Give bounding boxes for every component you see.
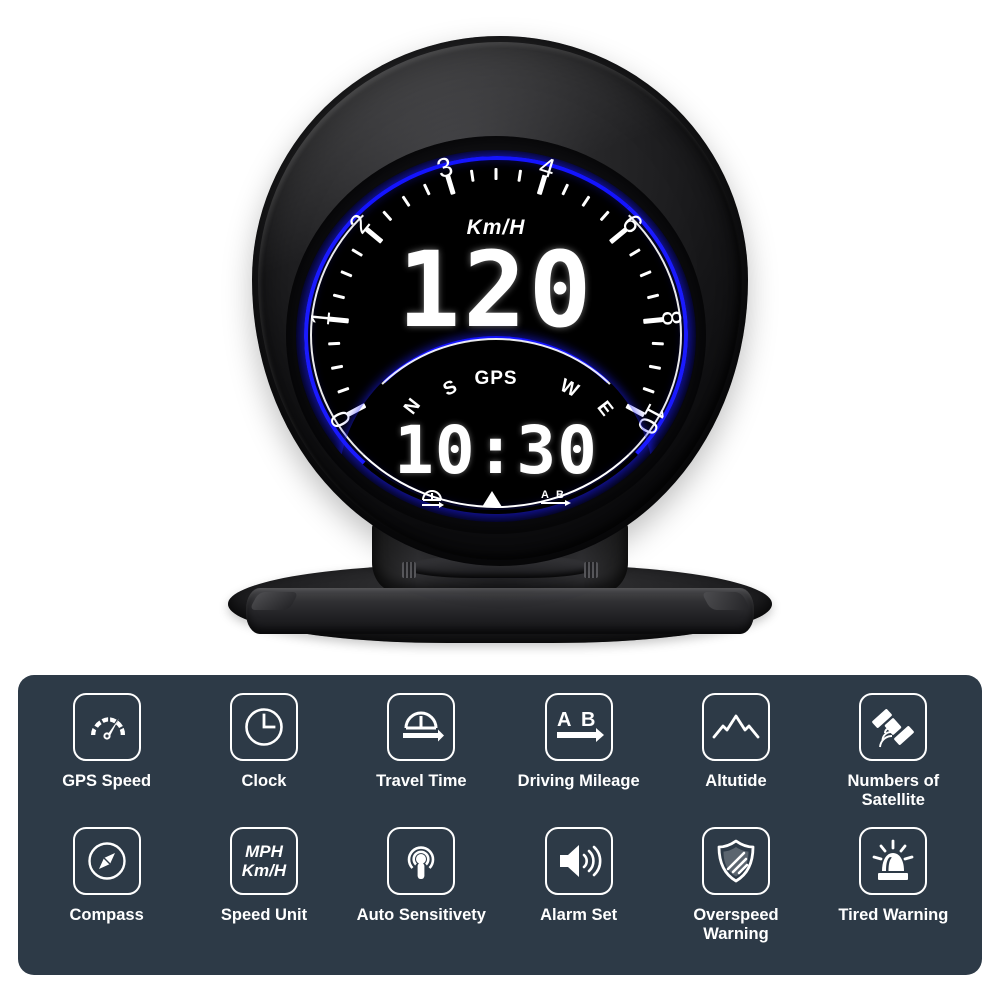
travel-time-icon xyxy=(387,693,456,761)
product-photo: 012346810 Km/H 120 GPS NSWE 10:30 xyxy=(0,0,1000,668)
feature-item-gps-speed[interactable]: GPS Speed xyxy=(28,693,185,827)
feature-label: Driving Mileage xyxy=(517,772,640,790)
feature-item-numbers-of-satellite[interactable]: Numbers of Satellite xyxy=(815,693,972,827)
ab-mileage-icon: A B xyxy=(539,488,573,508)
clock-value: 10:30 xyxy=(394,412,598,489)
feature-item-tired-warning[interactable]: Tired Warning xyxy=(815,827,972,961)
dial-number: 3 xyxy=(433,150,457,184)
stand-grip-right xyxy=(584,562,598,578)
dial-number: 4 xyxy=(535,150,559,184)
speed-value: 120 xyxy=(397,229,595,351)
feature-item-travel-time[interactable]: Travel Time xyxy=(343,693,500,827)
feature-label: Auto Sensitivety xyxy=(356,906,486,924)
feature-item-speed-unit[interactable]: MPH Km/H Speed Unit xyxy=(185,827,342,961)
feature-label: Travel Time xyxy=(376,772,467,790)
stand-lip xyxy=(246,588,754,634)
feature-label: Altutide xyxy=(705,772,767,790)
feature-item-overspeed-warning[interactable]: Overspeed Warning xyxy=(657,827,814,961)
feature-item-driving-mileage[interactable]: A B Driving Mileage xyxy=(500,693,657,827)
speed-unit-line-2: Km/H xyxy=(241,861,287,880)
mountain-icon xyxy=(701,693,770,761)
feature-item-auto-sensitivety[interactable]: Auto Sensitivety xyxy=(343,827,500,961)
clock-icon xyxy=(229,693,298,761)
siren-icon xyxy=(859,827,928,895)
shield-icon xyxy=(701,827,770,895)
feature-item-alarm-set[interactable]: Alarm Set xyxy=(500,827,657,961)
speedometer-icon xyxy=(72,693,141,761)
feature-label: Overspeed Warning xyxy=(693,906,779,944)
svg-text:B: B xyxy=(556,489,564,501)
lcd-screen: 012346810 Km/H 120 GPS NSWE 10:30 xyxy=(296,150,696,522)
feature-panel: GPS Speed Clock Travel Time A B Driving … xyxy=(18,675,982,975)
feature-label: Compass xyxy=(69,906,144,924)
speed-unit-icon: MPH Km/H xyxy=(229,827,298,895)
ab-mileage-icon: A B xyxy=(544,693,613,761)
svg-text:A: A xyxy=(541,489,549,501)
feature-label: Clock xyxy=(241,772,287,790)
altitude-icon xyxy=(479,488,505,508)
stand-grip-left xyxy=(402,562,416,578)
speed-unit-line-1: MPH xyxy=(245,841,283,861)
svg-text:B: B xyxy=(581,709,595,731)
feature-item-compass[interactable]: Compass xyxy=(28,827,185,961)
feature-label: Tired Warning xyxy=(838,906,949,924)
feature-label: Alarm Set xyxy=(540,906,618,924)
feature-item-clock[interactable]: Clock xyxy=(185,693,342,827)
compass-icon xyxy=(72,827,141,895)
sensor-wave-icon xyxy=(387,827,456,895)
feature-item-altutide[interactable]: Altutide xyxy=(657,693,814,827)
speaker-icon xyxy=(544,827,613,895)
svg-text:A: A xyxy=(557,709,571,731)
speed-unit-text: MPH Km/H xyxy=(242,842,286,880)
feature-label: Speed Unit xyxy=(220,906,308,924)
feature-label: GPS Speed xyxy=(62,772,152,790)
feature-grid: GPS Speed Clock Travel Time A B Driving … xyxy=(28,693,972,961)
feature-label: Numbers of Satellite xyxy=(847,772,940,810)
travel-time-icon xyxy=(419,488,445,508)
satellite-icon xyxy=(859,693,928,761)
status-icon-row: A B xyxy=(296,488,696,508)
